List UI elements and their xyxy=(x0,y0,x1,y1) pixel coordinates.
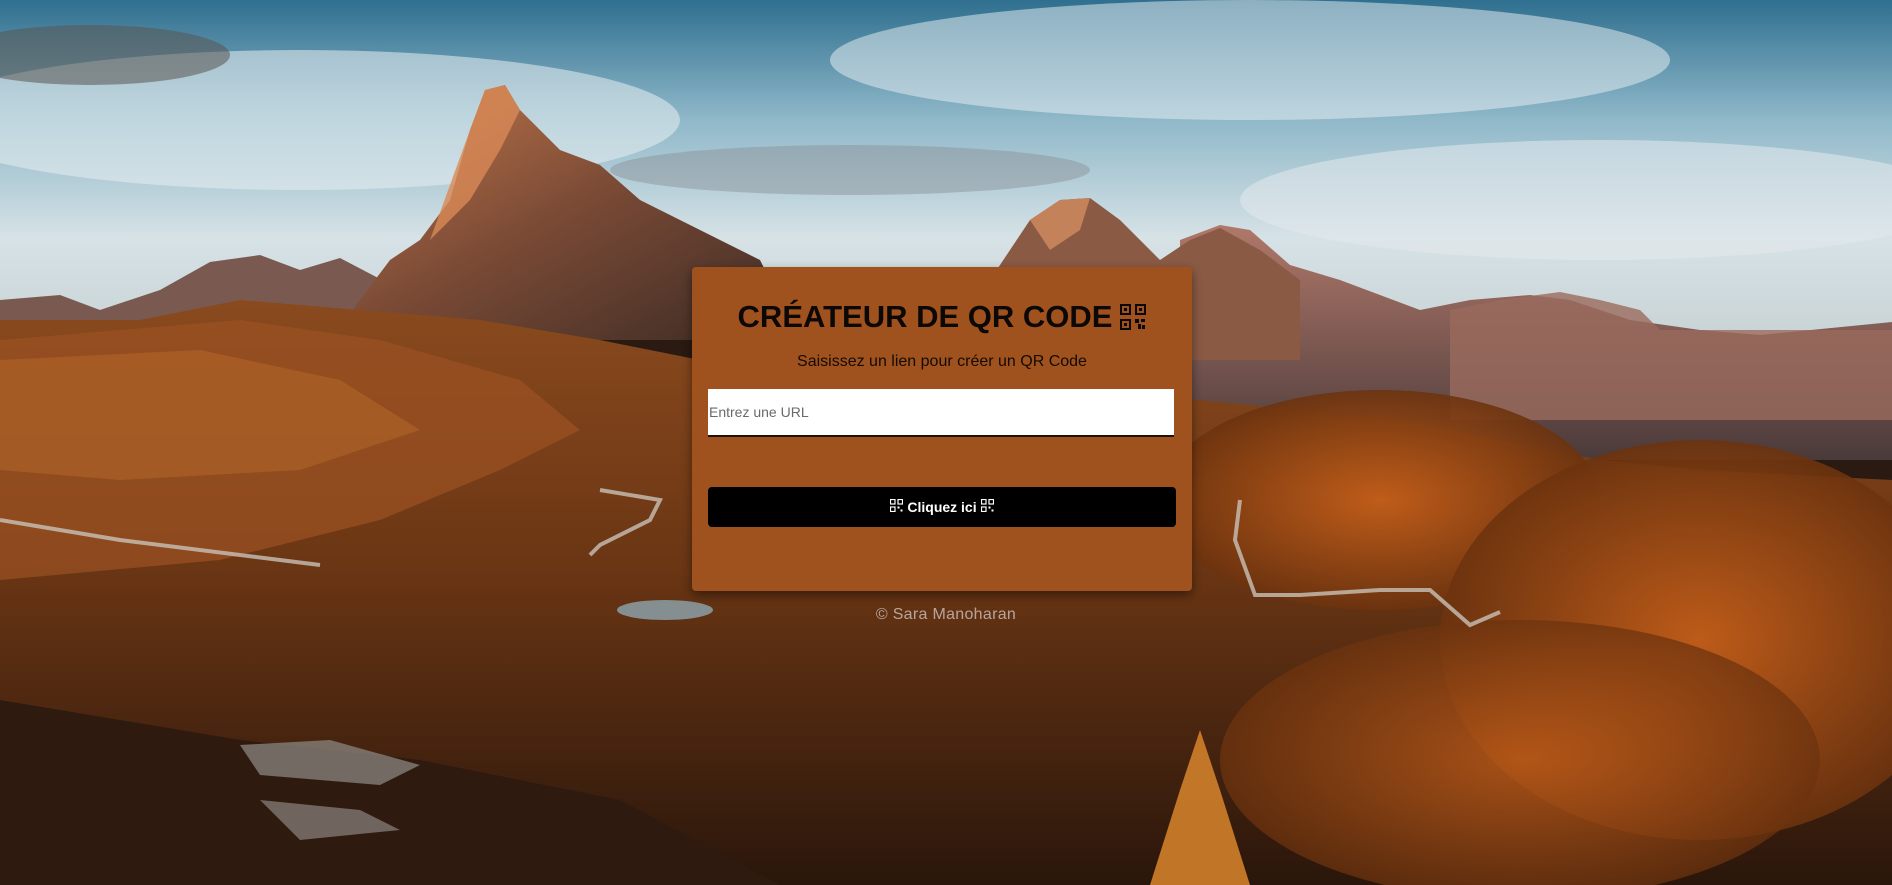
page-title: CRÉATEUR DE QR CODE xyxy=(692,299,1192,338)
qr-code-icon xyxy=(980,498,994,515)
qr-code-icon xyxy=(1120,302,1147,338)
qr-generator-card: CRÉATEUR DE QR CODE Saisissez un lien po… xyxy=(692,267,1192,591)
button-label: Cliquez ici xyxy=(907,499,977,515)
url-input[interactable] xyxy=(708,389,1174,437)
copyright-footer: © Sara Manoharan xyxy=(875,606,1017,623)
title-text: CRÉATEUR DE QR CODE xyxy=(737,299,1113,334)
generate-qr-button[interactable]: Cliquez ici xyxy=(708,487,1176,527)
instruction-text: Saisissez un lien pour créer un QR Code xyxy=(797,353,1087,370)
qr-code-icon xyxy=(890,498,904,515)
